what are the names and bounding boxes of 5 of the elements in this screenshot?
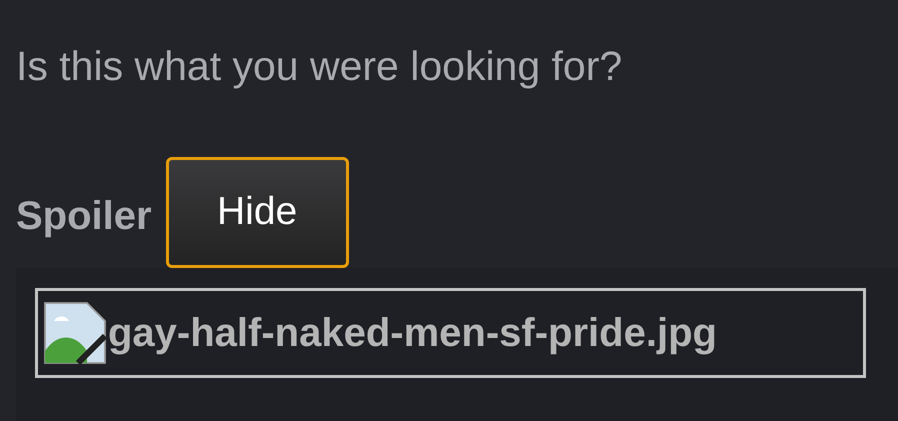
image-filename: gay-half-naked-men-sf-pride.jpg: [108, 310, 717, 357]
hide-button[interactable]: Hide: [166, 157, 349, 268]
spoiler-label: Spoiler: [16, 192, 152, 240]
question-text: Is this what you were looking for?: [16, 46, 622, 87]
broken-image-icon: [42, 300, 108, 366]
